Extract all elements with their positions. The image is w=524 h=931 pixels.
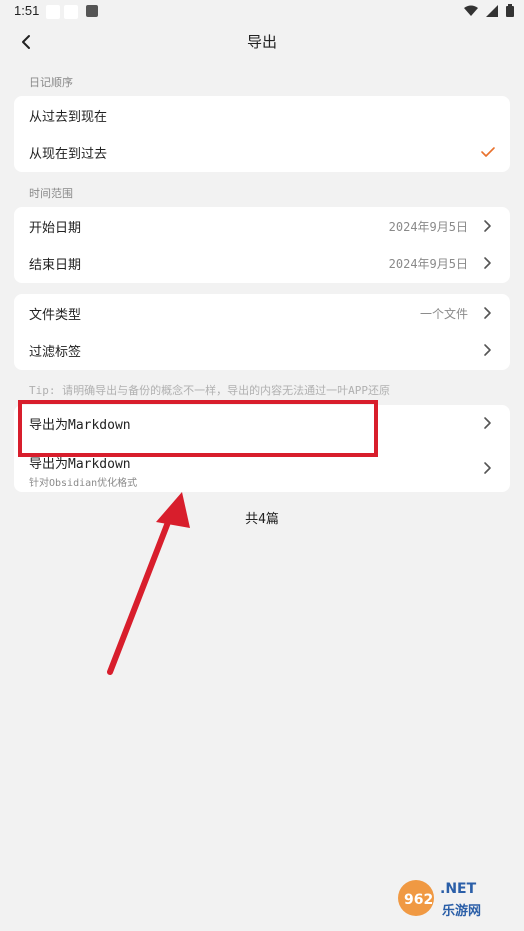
svg-text:.NET: .NET bbox=[440, 881, 477, 897]
annotation-arrow bbox=[107, 492, 190, 675]
svg-text:乐游网: 乐游网 bbox=[442, 903, 481, 919]
site-watermark: 962 .NET 乐游网 bbox=[396, 873, 514, 923]
svg-text:962: 962 bbox=[404, 892, 433, 908]
watermark-logo: 962 .NET 乐游网 bbox=[398, 880, 481, 919]
